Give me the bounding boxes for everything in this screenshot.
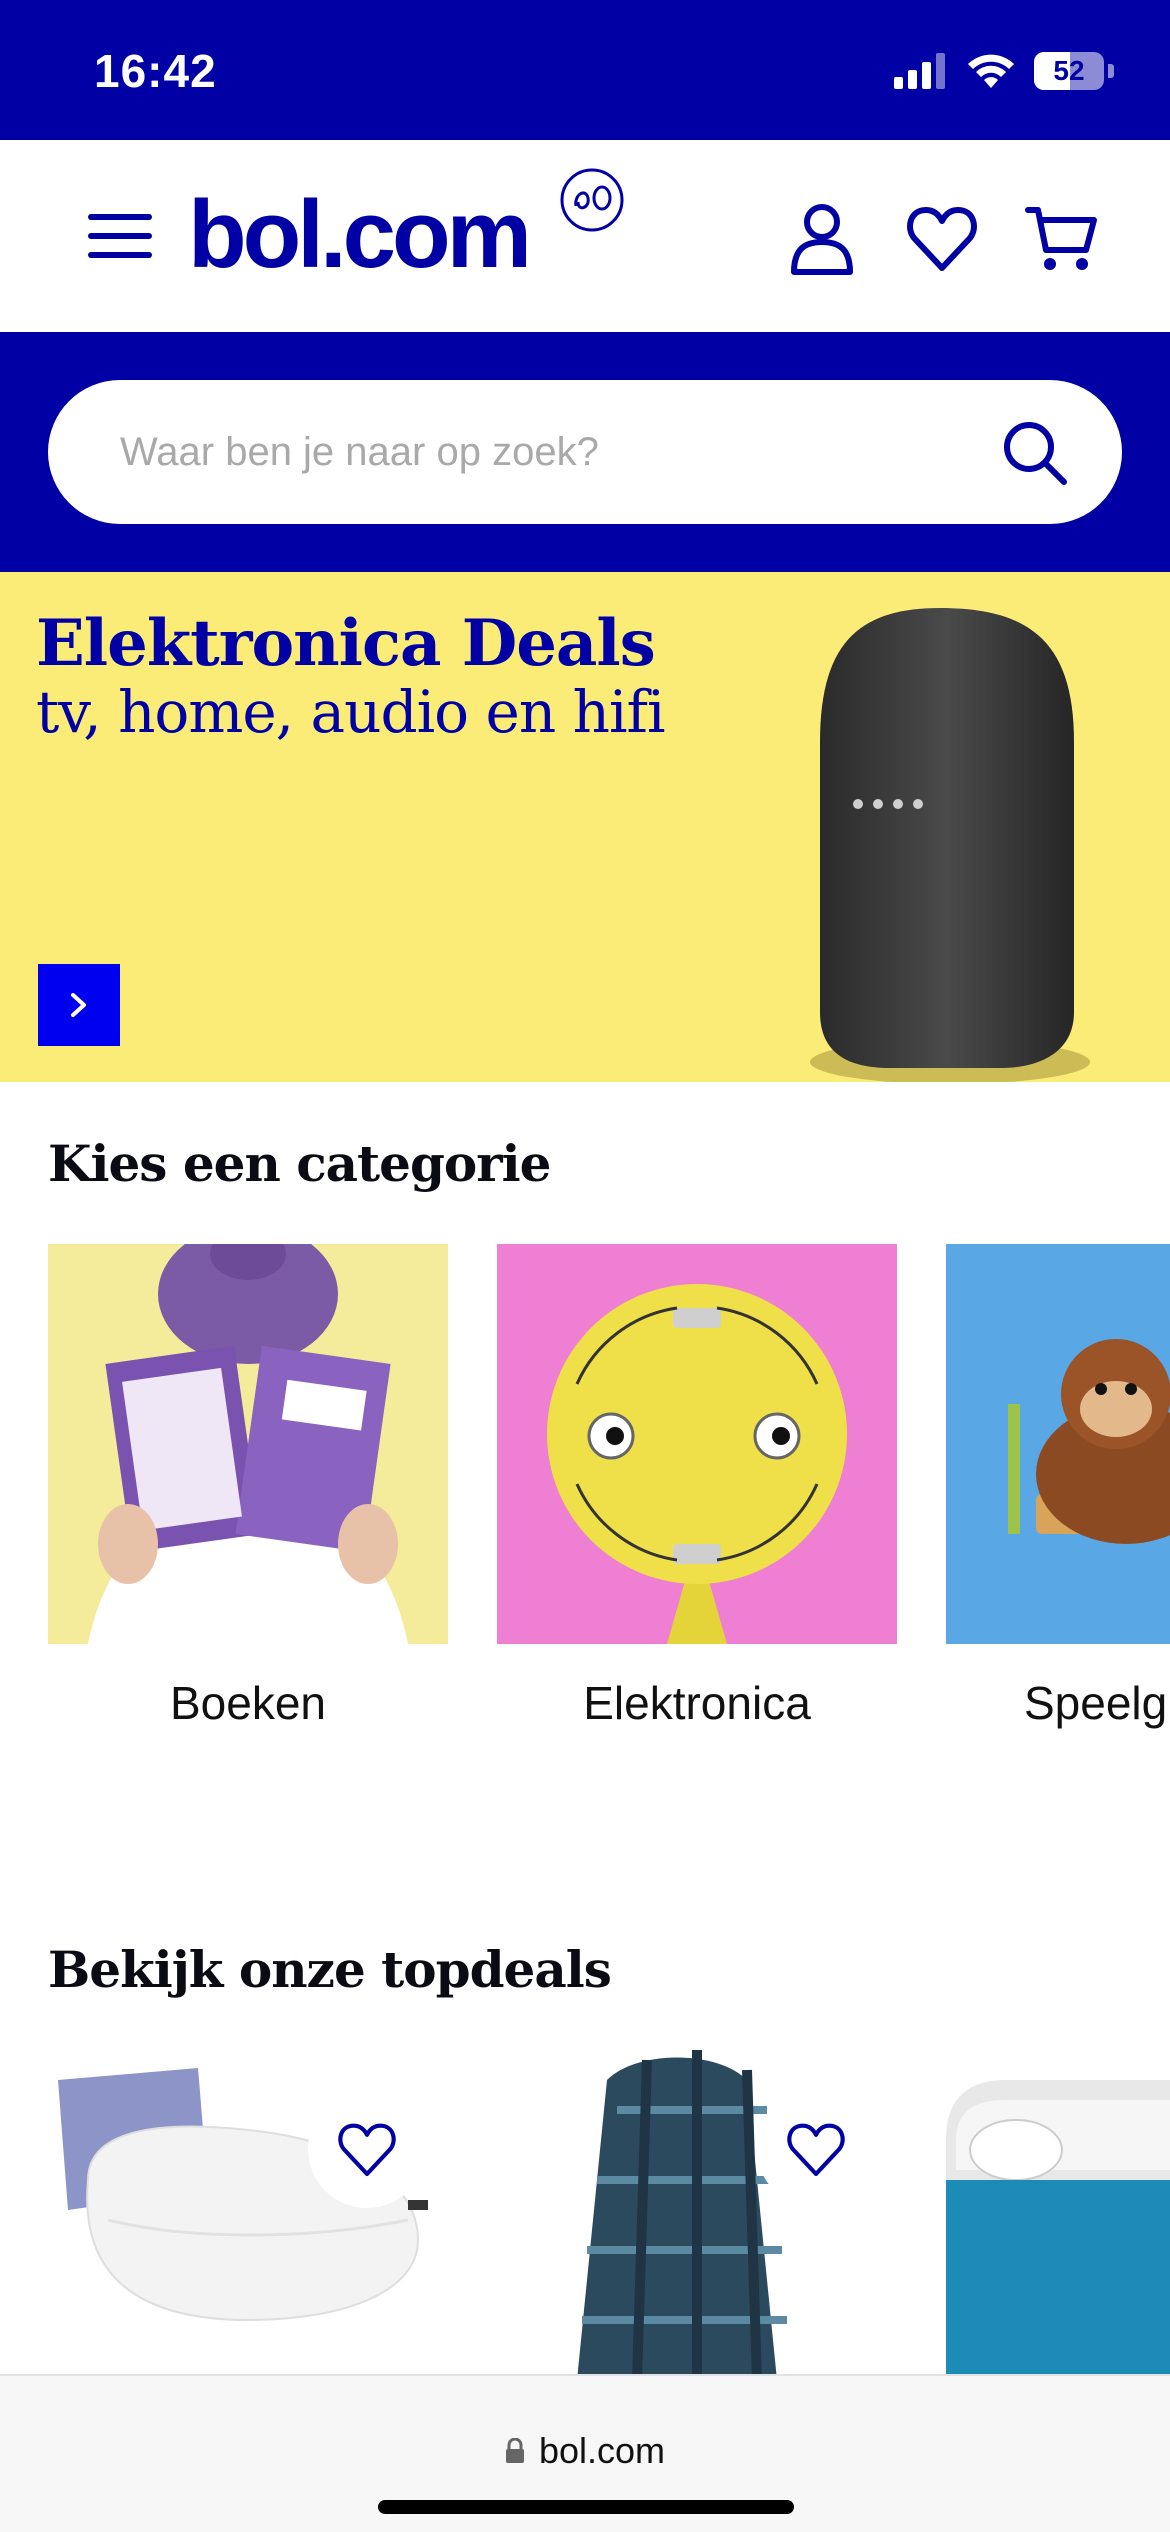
category-image-speelgoed	[946, 1244, 1170, 1644]
search-box[interactable]	[48, 380, 1122, 524]
home-indicator[interactable]	[378, 2500, 794, 2514]
heart-icon	[338, 2123, 396, 2177]
anniversary-seal-icon	[560, 168, 624, 232]
status-bar: 16:42 52	[0, 0, 1170, 140]
category-image-elektronica	[497, 1244, 897, 1644]
pillow-image	[48, 2040, 448, 2380]
banner-title: Elektronica Deals	[36, 606, 656, 681]
earbuds-case-image	[946, 2040, 1170, 2380]
scarf-image	[497, 2040, 897, 2380]
status-icons: 52	[894, 52, 1114, 90]
battery-icon: 52	[1034, 52, 1104, 90]
signal-icon	[894, 53, 945, 89]
toy-monkey-image	[946, 1244, 1170, 1644]
banner-subtitle: tv, home, audio en hifi	[36, 678, 666, 746]
category-card-elektronica[interactable]: Elektronica	[497, 1244, 897, 1730]
search-input[interactable]	[120, 380, 980, 524]
socket-face-image	[497, 1244, 897, 1644]
search-icon[interactable]	[1000, 418, 1070, 488]
category-card-boeken[interactable]: Boeken	[48, 1244, 448, 1730]
url-text: bol.com	[538, 2430, 666, 2471]
topdeals-title: Bekijk onze topdeals	[48, 1940, 612, 1999]
deal-favorite-button[interactable]	[757, 2090, 875, 2208]
battery-level: 52	[1053, 55, 1085, 86]
heart-icon[interactable]	[904, 200, 980, 276]
category-image-boeken	[48, 1244, 448, 1644]
categories-title: Kies een categorie	[48, 1134, 551, 1193]
browser-address-bar[interactable]: bol.com	[0, 2374, 1170, 2532]
deal-favorite-button[interactable]	[308, 2090, 426, 2208]
cart-icon[interactable]	[1024, 200, 1100, 276]
status-time: 16:42	[94, 45, 217, 97]
banner-next-button[interactable]	[38, 964, 120, 1046]
category-label-speelgoed: Speelg	[1024, 1677, 1168, 1729]
category-label-elektronica: Elektronica	[583, 1677, 811, 1729]
category-card-speelgoed[interactable]: Speelg	[946, 1244, 1170, 1730]
smart-speaker-image	[810, 608, 1090, 1082]
lock-icon	[505, 2438, 524, 2463]
search-band	[0, 332, 1170, 572]
wifi-icon	[968, 54, 1014, 88]
book-reader-image	[48, 1244, 448, 1644]
menu-icon[interactable]	[88, 212, 152, 260]
deal-card-scarf[interactable]	[497, 2040, 897, 2380]
promo-banner[interactable]: Elektronica Deals tv, home, audio en hif…	[0, 572, 1170, 1082]
heart-icon	[787, 2123, 845, 2177]
app-header: bol.com	[0, 140, 1170, 332]
account-icon[interactable]	[784, 200, 860, 276]
deal-card-earbuds-case[interactable]	[946, 2040, 1170, 2380]
category-label-boeken: Boeken	[169, 1677, 326, 1729]
chevron-right-icon	[71, 993, 86, 1017]
app-screen: 16:42 52 bol.com Waar ben je naar op zoe…	[0, 0, 1170, 2532]
deal-card-pillow[interactable]	[48, 2040, 448, 2380]
battery-nub	[1108, 64, 1114, 78]
url-row[interactable]: bol.com	[0, 2430, 1170, 2472]
logo[interactable]: bol.com	[188, 180, 532, 290]
